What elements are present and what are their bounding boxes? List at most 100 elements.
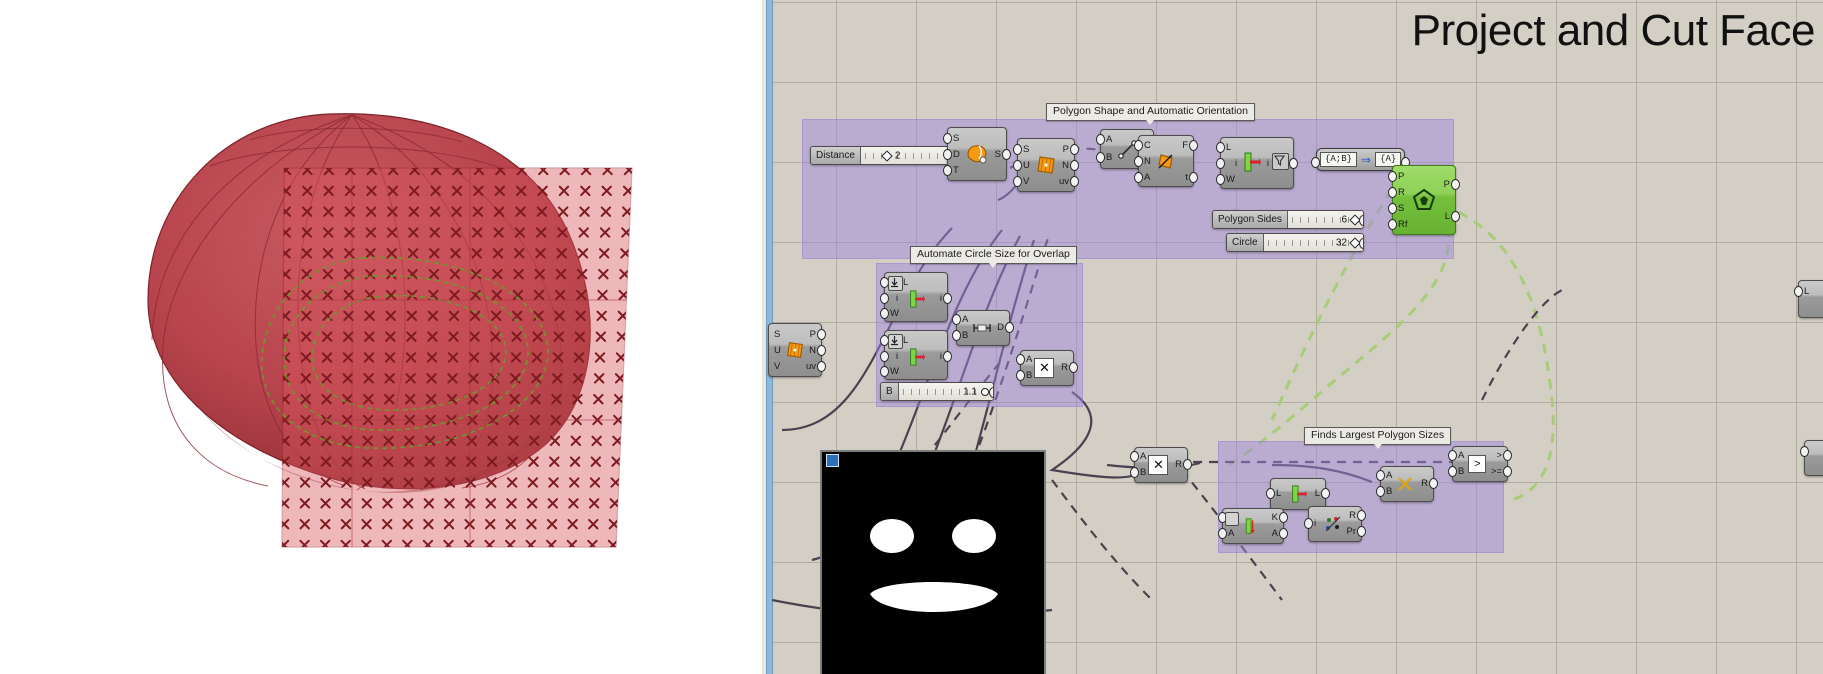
component-distance[interactable]: A B D xyxy=(952,310,1014,346)
grip-in[interactable] xyxy=(1304,518,1313,529)
slider-circle-track[interactable]: 32 xyxy=(1263,234,1363,251)
grip-out[interactable] xyxy=(1070,144,1079,155)
component-sort-list[interactable]: A K A xyxy=(1218,508,1288,544)
grip-in[interactable] xyxy=(952,330,961,341)
grip-out[interactable] xyxy=(1002,149,1011,160)
grip-in[interactable] xyxy=(943,133,952,144)
pin-in-U: U xyxy=(774,345,781,356)
grip-out[interactable] xyxy=(1321,488,1330,499)
grip-in[interactable] xyxy=(1130,467,1139,478)
grip-in[interactable] xyxy=(1376,470,1385,481)
down-arrow-icon[interactable] xyxy=(888,276,903,291)
slider-b[interactable]: B 1.1 xyxy=(880,382,994,401)
component-plane-normal[interactable]: C N A F t xyxy=(1134,135,1198,187)
grip-in[interactable] xyxy=(943,165,952,176)
grip-in[interactable] xyxy=(1216,158,1225,169)
grip-in[interactable] xyxy=(1800,446,1809,457)
grip-in[interactable] xyxy=(1266,488,1275,499)
grip-in[interactable] xyxy=(1311,157,1320,168)
grip-in[interactable] xyxy=(1013,144,1022,155)
slider-circle[interactable]: Circle 32 xyxy=(1226,233,1364,252)
grip-in[interactable] xyxy=(1216,174,1225,185)
grip-out[interactable] xyxy=(1279,528,1288,539)
grip-in[interactable] xyxy=(1388,187,1397,198)
component-partial-right-edge[interactable]: L xyxy=(1794,280,1823,318)
grip-out[interactable] xyxy=(1070,176,1079,187)
slider-distance-knob[interactable] xyxy=(881,149,893,162)
grip-out[interactable] xyxy=(1359,238,1363,249)
preview-panel[interactable] xyxy=(820,450,1046,674)
component-divide-surface[interactable]: S D T S xyxy=(943,127,1011,181)
grip-in[interactable] xyxy=(1134,140,1143,151)
grip-in[interactable] xyxy=(1013,160,1022,171)
component-split-tree[interactable]: i R Pr xyxy=(1304,506,1366,542)
grip-out[interactable] xyxy=(1429,478,1438,489)
grip-out[interactable] xyxy=(1183,459,1192,470)
grip-out[interactable] xyxy=(1359,215,1363,226)
grip-out[interactable] xyxy=(1503,450,1512,461)
grip-out[interactable] xyxy=(1069,362,1078,373)
grip-out[interactable] xyxy=(1189,172,1198,183)
component-polygon[interactable]: P R S Rf P L xyxy=(1388,165,1460,235)
grip-in[interactable] xyxy=(1376,486,1385,497)
component-multiplication-1[interactable]: A B R ✕ xyxy=(1016,350,1078,386)
slider-polygon-sides[interactable]: Polygon Sides 6 xyxy=(1212,210,1364,229)
grip-in[interactable] xyxy=(1388,219,1397,230)
grip-in[interactable] xyxy=(1216,142,1225,153)
grip-out[interactable] xyxy=(817,329,826,340)
grip-in[interactable] xyxy=(1448,450,1457,461)
grip-in[interactable] xyxy=(880,351,889,362)
slider-b-knob[interactable] xyxy=(981,387,989,396)
down-arrow-icon[interactable] xyxy=(888,334,903,349)
grip-in[interactable] xyxy=(952,314,961,325)
preview-panel-titlebar[interactable] xyxy=(822,452,1044,467)
grip-in[interactable] xyxy=(1096,134,1105,145)
grip-out[interactable] xyxy=(817,345,826,356)
grip-out[interactable] xyxy=(1189,140,1198,151)
down-arrow-icon[interactable] xyxy=(1225,512,1239,526)
rhino-viewport[interactable] xyxy=(0,0,752,674)
component-partial-right-edge-2[interactable] xyxy=(1800,440,1823,476)
grip-in[interactable] xyxy=(1130,451,1139,462)
grip-out[interactable] xyxy=(1279,512,1288,523)
grip-out[interactable] xyxy=(943,351,952,362)
grip-out[interactable] xyxy=(1357,526,1366,537)
grip-out[interactable] xyxy=(1005,322,1014,333)
grip-out[interactable] xyxy=(1503,466,1512,477)
grip-out[interactable] xyxy=(943,293,952,304)
grip-in[interactable] xyxy=(1218,528,1227,539)
grip-in[interactable] xyxy=(1134,172,1143,183)
grip-in[interactable] xyxy=(1016,370,1025,381)
grip-in[interactable] xyxy=(1388,203,1397,214)
grip-in[interactable] xyxy=(880,366,889,377)
component-flip-plane-2[interactable]: L i W i xyxy=(880,272,952,322)
grip-in[interactable] xyxy=(880,293,889,304)
grip-in[interactable] xyxy=(1448,466,1457,477)
filter-icon[interactable] xyxy=(1272,153,1289,170)
component-flip-plane-1[interactable]: L i W i xyxy=(1216,137,1298,189)
component-flip-plane-3[interactable]: L i W i xyxy=(880,330,952,380)
grip-out[interactable] xyxy=(817,361,826,372)
component-evaluate-surface-2[interactable]: S U V P N uv xyxy=(768,323,826,377)
component-multiplication-2[interactable]: A B R ✕ xyxy=(1130,447,1192,483)
slider-b-track[interactable]: 1.1 xyxy=(898,383,993,400)
grasshopper-canvas[interactable]: Project and Cut Face Polygon Shape and A… xyxy=(752,0,1823,674)
grip-out[interactable] xyxy=(1451,211,1460,222)
grip-in[interactable] xyxy=(1794,286,1803,297)
grip-in[interactable] xyxy=(1096,152,1105,163)
grip-in[interactable] xyxy=(943,149,952,160)
grip-out[interactable] xyxy=(1289,158,1298,169)
component-larger-than[interactable]: A B > >= > xyxy=(1448,446,1512,482)
grip-in[interactable] xyxy=(880,308,889,319)
grip-in[interactable] xyxy=(1134,156,1143,167)
grip-out[interactable] xyxy=(1451,179,1460,190)
grip-in[interactable] xyxy=(1388,171,1397,182)
component-cull-pattern[interactable]: A B R xyxy=(1376,466,1438,502)
grip-in[interactable] xyxy=(1013,176,1022,187)
grip-out[interactable] xyxy=(1070,160,1079,171)
grip-out[interactable] xyxy=(989,387,993,398)
component-evaluate-surface-1[interactable]: S U V P N uv xyxy=(1013,138,1079,192)
grip-in[interactable] xyxy=(1016,354,1025,365)
grip-out[interactable] xyxy=(1357,510,1366,521)
slider-polygon-sides-track[interactable]: 6 xyxy=(1287,211,1363,228)
